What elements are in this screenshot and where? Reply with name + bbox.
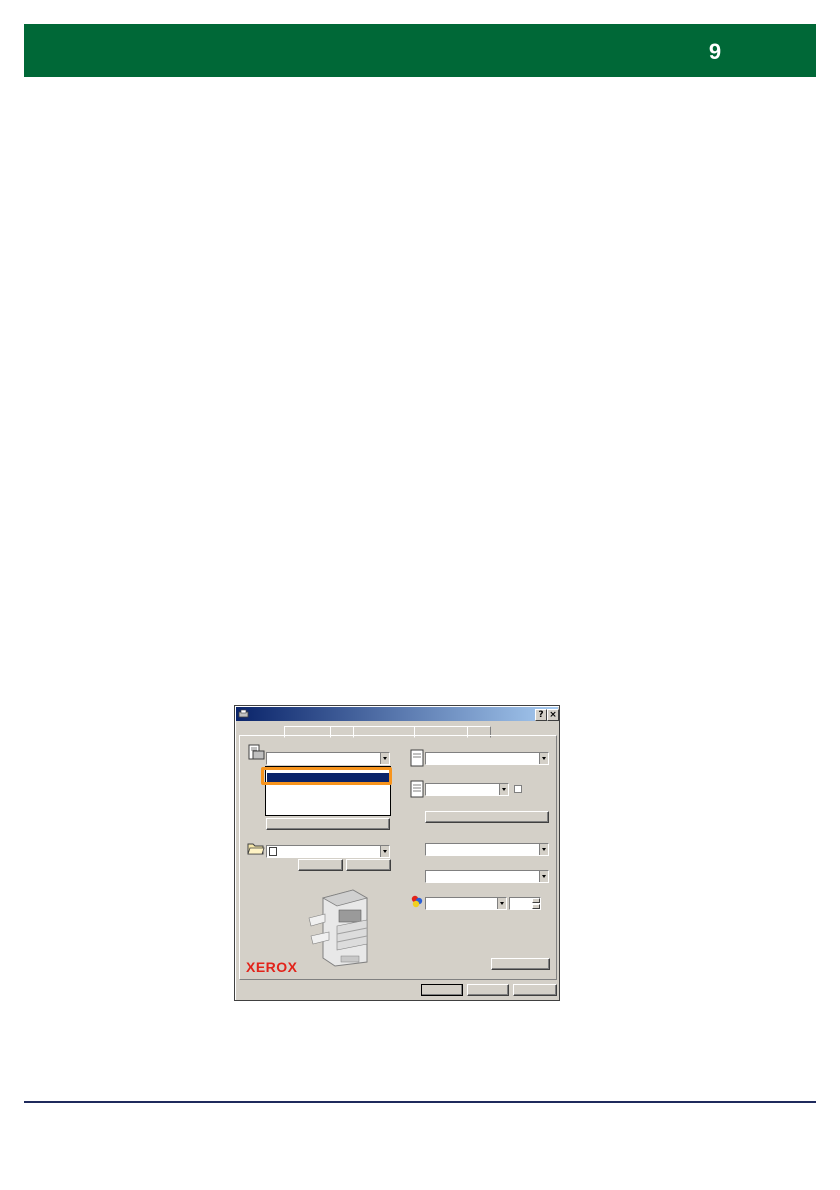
- selection-highlight: [261, 767, 392, 785]
- folder-icon: [247, 843, 265, 855]
- settings-button[interactable]: [425, 811, 549, 823]
- sides-select[interactable]: [425, 783, 509, 796]
- paper-size-select[interactable]: [266, 752, 390, 765]
- cancel-button[interactable]: [467, 984, 509, 996]
- copies-stepper[interactable]: [509, 897, 541, 910]
- defaults-button[interactable]: [491, 958, 550, 970]
- option-button-1[interactable]: [298, 859, 343, 871]
- printer-illustration: [308, 889, 369, 967]
- print-properties-dialog: ? × XEROX: [234, 705, 560, 1001]
- document-icon: [410, 749, 424, 767]
- printer-icon: [238, 709, 249, 718]
- option-select-2[interactable]: [425, 870, 549, 883]
- color-icon: [411, 895, 423, 908]
- custom-size-button[interactable]: [266, 818, 390, 830]
- dialog-titlebar: ? ×: [236, 707, 559, 721]
- printer-icon: [248, 744, 265, 760]
- ok-button[interactable]: [421, 984, 463, 996]
- help-dialog-button[interactable]: [513, 984, 557, 996]
- header-bar: [24, 24, 816, 77]
- option-button-2[interactable]: [346, 859, 391, 871]
- document-icon: [410, 780, 424, 798]
- footer-rule: [24, 1101, 816, 1103]
- checkbox[interactable]: [514, 785, 522, 793]
- xerox-logo: XEROX: [246, 959, 298, 975]
- help-button[interactable]: ?: [535, 709, 547, 721]
- stepper-down[interactable]: [532, 904, 540, 909]
- orientation-select[interactable]: [266, 845, 390, 858]
- output-select[interactable]: [425, 752, 549, 765]
- orientation-letter-icon: [269, 847, 277, 856]
- close-button[interactable]: ×: [547, 709, 559, 721]
- option-select-1[interactable]: [425, 843, 549, 856]
- stepper-up[interactable]: [532, 898, 540, 903]
- color-mode-select[interactable]: [425, 897, 507, 910]
- page-number: 9: [708, 39, 722, 64]
